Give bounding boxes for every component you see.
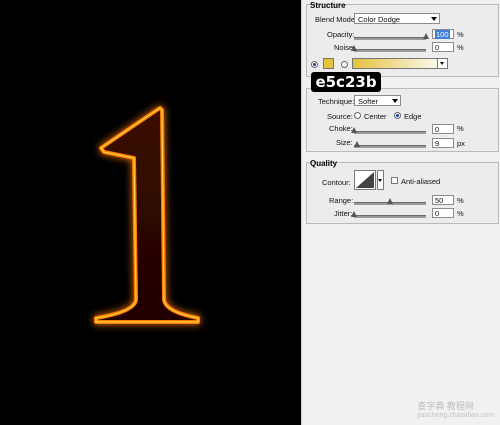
layer-style-panel: Structure Blend Mode: Color Dodge Opacit… — [301, 0, 500, 425]
size-input[interactable]: 9 — [432, 138, 454, 148]
watermark-url: jiaocheng.chazidian.com — [417, 412, 494, 419]
contour-label: Contour: — [322, 178, 351, 187]
watermark-main: 查字典 教程网 — [417, 401, 474, 411]
quality-title: Quality — [310, 159, 338, 168]
size-unit: px — [457, 139, 465, 148]
structure-title: Structure — [310, 1, 346, 10]
chevron-down-icon — [440, 62, 444, 65]
glowing-number-one — [94, 106, 200, 324]
noise-value: 0 — [435, 43, 440, 52]
jitter-value: 0 — [435, 209, 440, 218]
anti-aliased-label: Anti-aliased — [401, 177, 441, 186]
canvas-area — [0, 0, 301, 425]
opacity-value: 100 — [435, 30, 450, 39]
size-value: 9 — [435, 139, 440, 148]
choke-value: 0 — [435, 125, 440, 134]
blend-mode-value: Color Dodge — [358, 15, 401, 24]
size-slider-track[interactable] — [354, 145, 426, 148]
gradient-radio[interactable] — [341, 61, 348, 68]
jitter-slider-thumb[interactable] — [351, 211, 357, 217]
gradient-dropdown-button[interactable] — [437, 59, 447, 68]
opacity-label: Opacity: — [327, 30, 355, 39]
technique-select[interactable]: Softer — [354, 95, 401, 106]
color-hex-tag: e5c23b — [311, 72, 381, 92]
chevron-down-icon — [378, 179, 382, 182]
source-edge-radio[interactable] — [394, 112, 401, 119]
chevron-down-icon — [431, 17, 437, 21]
color-swatch[interactable] — [323, 58, 334, 69]
choke-label: Choke: — [329, 124, 353, 133]
gradient-swatch[interactable] — [352, 58, 448, 69]
noise-unit: % — [457, 43, 464, 52]
source-edge-label: Edge — [404, 112, 422, 121]
technique-value: Softer — [358, 97, 379, 106]
contour-picker[interactable] — [354, 170, 376, 190]
blend-mode-label: Blend Mode: — [315, 15, 358, 24]
noise-input[interactable]: 0 — [432, 42, 454, 52]
jitter-label: Jitter: — [334, 209, 353, 218]
noise-slider-thumb[interactable] — [351, 45, 357, 51]
source-center-radio[interactable] — [354, 112, 361, 119]
noise-slider-track[interactable] — [354, 49, 426, 52]
range-value: 50 — [435, 196, 444, 205]
anti-aliased-checkbox[interactable] — [391, 177, 398, 184]
range-unit: % — [457, 196, 464, 205]
size-label: Size: — [336, 138, 353, 147]
choke-input[interactable]: 0 — [432, 124, 454, 134]
choke-unit: % — [457, 124, 464, 133]
choke-slider-track[interactable] — [354, 131, 426, 134]
range-label: Range: — [329, 196, 354, 205]
choke-slider-thumb[interactable] — [351, 127, 357, 133]
size-slider-thumb[interactable] — [353, 141, 360, 147]
contour-dropdown-button[interactable] — [377, 170, 384, 190]
technique-label: Technique: — [318, 97, 355, 106]
chevron-down-icon — [392, 99, 398, 103]
range-slider-thumb[interactable] — [387, 198, 393, 204]
blend-mode-select[interactable]: Color Dodge — [354, 13, 440, 24]
jitter-unit: % — [457, 209, 464, 218]
opacity-input[interactable]: 100 — [432, 29, 454, 39]
source-center-label: Center — [364, 112, 387, 121]
range-input[interactable]: 50 — [432, 195, 454, 205]
jitter-slider-track[interactable] — [354, 215, 426, 218]
jitter-input[interactable]: 0 — [432, 208, 454, 218]
source-label: Source: — [327, 112, 353, 121]
opacity-unit: % — [457, 30, 464, 39]
opacity-slider-track[interactable] — [354, 37, 426, 40]
watermark: 查字典 教程网 jiaocheng.chazidian.com — [417, 399, 494, 419]
opacity-slider-thumb[interactable] — [423, 33, 429, 39]
contour-linear-icon — [356, 172, 374, 188]
solid-color-radio[interactable] — [311, 61, 318, 68]
